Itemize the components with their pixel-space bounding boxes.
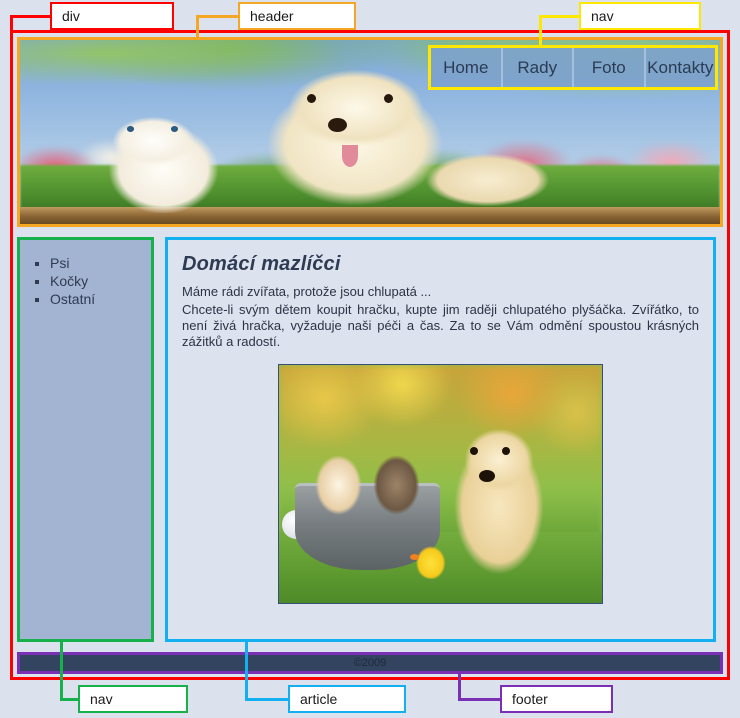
callout-nav-top: nav (579, 2, 701, 30)
banner-puppy-nose (328, 118, 347, 132)
footer: ©2009 (17, 652, 723, 674)
leader-nav-top (539, 15, 583, 48)
article-paragraph-2: Chcete-li svým dětem koupit hračku, kupt… (182, 302, 699, 349)
banner-puppy-tongue (342, 144, 358, 167)
sidebar-list: Psi Kočky Ostatní (20, 254, 151, 308)
article: Domácí mazlíčci Máme rádi zvířata, proto… (165, 237, 716, 642)
leader-nav-bottom-v (60, 640, 63, 698)
nav-item-foto[interactable]: Foto (574, 48, 646, 87)
nav-item-rady[interactable]: Rady (502, 48, 574, 87)
sidebar-item-ostatni[interactable]: Ostatní (50, 290, 151, 308)
article-paragraph-1: Máme rádi zvířata, protože jsou chlupatá… (182, 284, 432, 299)
callout-header: header (238, 2, 356, 30)
banner-kitten-eye-right (170, 126, 178, 132)
footer-copyright: ©2009 (353, 657, 387, 669)
nav[interactable]: Home Rady Foto Kontakty (428, 45, 718, 90)
leader-header (196, 15, 240, 40)
callout-nav-bottom: nav (78, 685, 188, 713)
article-photo (278, 364, 603, 604)
photo-puppy-nose (479, 469, 496, 482)
leader-footer-v (458, 674, 461, 698)
photo-puppy-head (456, 422, 541, 499)
callout-div: div (50, 2, 174, 30)
banner-puppy-eye-right (384, 93, 393, 103)
leader-article-v (245, 640, 248, 698)
nav-item-home[interactable]: Home (431, 48, 503, 87)
photo-rubber-duck (414, 538, 451, 580)
banner-puppy-head (272, 62, 440, 158)
sidebar-item-psi[interactable]: Psi (50, 254, 151, 272)
callout-footer: footer (500, 685, 613, 713)
article-title: Domácí mazlíčci (182, 253, 341, 275)
banner-kitten-head (100, 109, 206, 173)
nav-item-kontakty[interactable]: Kontakty (645, 48, 715, 87)
sidebar-item-kocky[interactable]: Kočky (50, 272, 151, 290)
sidebar-nav: Psi Kočky Ostatní (17, 237, 154, 642)
photo-kitten-ginger (311, 445, 367, 518)
photo-kitten-tabby (369, 445, 425, 518)
banner-puppy-eye-left (307, 93, 316, 103)
callout-article: article (288, 685, 406, 713)
